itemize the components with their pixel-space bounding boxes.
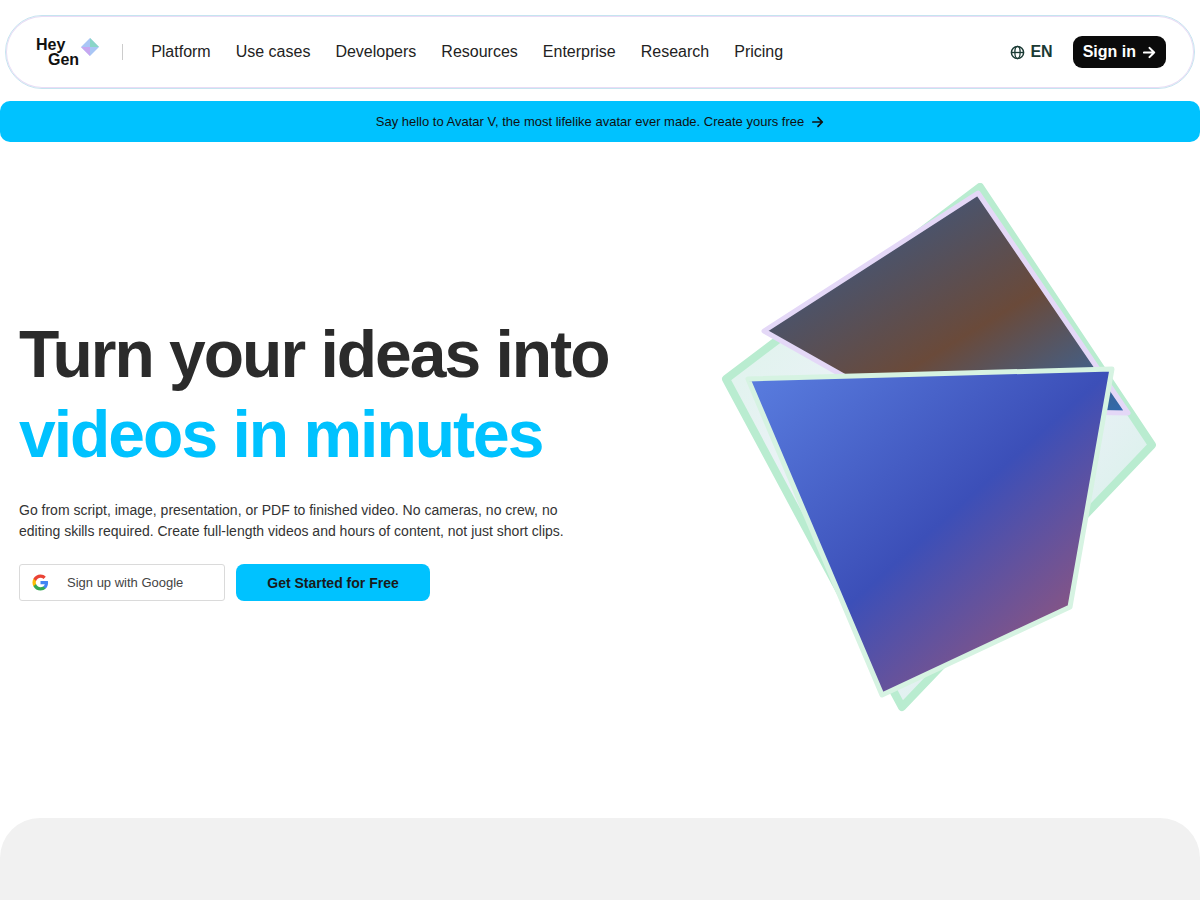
sign-in-label: Sign in [1083,43,1136,61]
language-label: EN [1030,43,1052,61]
sign-in-button[interactable]: Sign in [1073,36,1166,68]
hero-content: Turn your ideas intovideos in minutes Go … [19,142,720,818]
hero-title-highlight: videos in minutes [19,394,720,474]
hero-title-line: Turn your ideas into [19,314,720,394]
nav-item[interactable]: Developers [335,43,416,61]
nav-menu: Platform Use cases Developers Resources Ente… [151,43,783,61]
nav-item[interactable]: Platform [151,43,211,61]
logo[interactable]: HeyGen [36,37,100,67]
google-icon [32,574,49,591]
get-started-button[interactable]: Get Started for Free [236,564,430,601]
logo-line: Hey [36,37,79,52]
globe-icon [1010,45,1025,60]
logo-text: HeyGen [36,37,79,67]
announcement-banner[interactable]: Say hello to Avatar V, the most lifelike… [0,101,1200,142]
google-signup-label: Sign up with Google [67,575,183,590]
language-selector[interactable]: EN [1010,43,1052,61]
nav-divider [122,44,123,60]
page: HeyGen Platform Use cases Developers Resourc… [0,0,1200,900]
arrow-right-icon [1143,46,1156,59]
google-signup-button[interactable]: Sign up with Google [19,564,225,601]
arrow-right-icon [812,116,824,128]
logo-line: Gen [36,52,79,67]
next-section [0,818,1200,900]
hero-buttons: Sign up with Google Get Started for Free [19,564,720,601]
nav-actions: EN Sign in [1010,36,1166,68]
nav-item[interactable]: Pricing [734,43,783,61]
header: HeyGen Platform Use cases Developers Resourc… [0,0,1200,89]
hero: Turn your ideas intovideos in minutes Go … [0,142,1200,818]
nav-item[interactable]: Use cases [236,43,311,61]
nav-item[interactable]: Resources [441,43,517,61]
hero-title: Turn your ideas intovideos in minutes [19,314,720,474]
nav-item[interactable]: Research [641,43,709,61]
top-nav: HeyGen Platform Use cases Developers Resourc… [5,15,1195,89]
hero-description: Go from script, image, presentation, or … [19,500,584,542]
nav-item[interactable]: Enterprise [543,43,616,61]
hero-visual [720,142,1160,818]
avatar-cube-image [720,183,1160,713]
banner-text: Say hello to Avatar V, the most lifelike… [376,114,805,129]
diamond-icon [80,37,100,57]
